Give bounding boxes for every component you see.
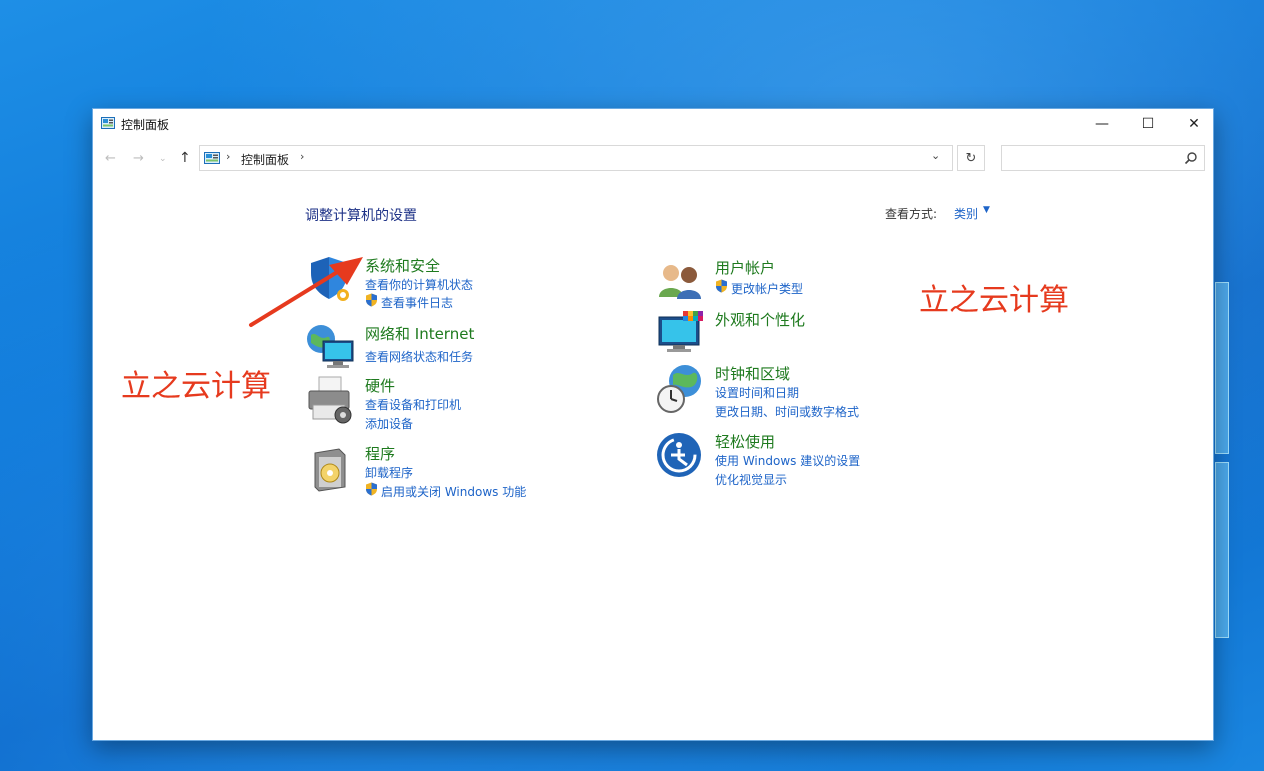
control-panel-icon (101, 117, 115, 129)
back-arrow-icon[interactable]: ← (105, 151, 116, 166)
uac-shield-icon (366, 482, 377, 496)
link-recommended-settings[interactable]: 使用 Windows 建议的设置 (715, 452, 860, 469)
breadcrumb-separator-icon[interactable]: › (226, 150, 230, 163)
category-title[interactable]: 系统和安全 (365, 255, 440, 276)
view-by-dropdown[interactable]: 类别 (954, 205, 978, 222)
background-window-edge (1215, 462, 1229, 638)
address-dropdown-icon[interactable]: ⌄ (931, 149, 940, 162)
search-box[interactable] (1001, 145, 1205, 171)
breadcrumb-control-panel[interactable]: 控制面板 (241, 151, 289, 168)
category-title[interactable]: 程序 (365, 443, 395, 464)
address-bar[interactable]: › 控制面板 › ⌄ (199, 145, 953, 171)
printer-icon[interactable] (305, 375, 357, 427)
clock-globe-icon[interactable] (655, 363, 707, 415)
control-panel-window: 控制面板 — ☐ ✕ ← → ⌄ ↑ › 控制面板 › ⌄ ↻ 调整计算机的设置… (92, 108, 1214, 741)
minimize-button[interactable]: — (1079, 109, 1125, 139)
link-windows-features[interactable]: 启用或关闭 Windows 功能 (381, 483, 526, 500)
search-input[interactable] (1006, 149, 1180, 169)
link-view-network-status[interactable]: 查看网络状态和任务 (365, 348, 473, 365)
link-set-time-date[interactable]: 设置时间和日期 (715, 384, 799, 401)
ease-of-access-icon[interactable] (655, 431, 707, 483)
category-title[interactable]: 硬件 (365, 375, 395, 396)
monitor-palette-icon[interactable] (655, 309, 707, 361)
window-title: 控制面板 (121, 118, 170, 132)
navigation-bar: ← → ⌄ ↑ › 控制面板 › ⌄ ↻ (93, 143, 1213, 175)
link-view-computer-status[interactable]: 查看你的计算机状态 (365, 276, 473, 293)
link-change-date-format[interactable]: 更改日期、时间或数字格式 (715, 403, 859, 420)
category-title[interactable]: 轻松使用 (715, 431, 775, 452)
close-button[interactable]: ✕ (1171, 109, 1217, 139)
watermark-text: 立之云计算 (919, 283, 1069, 318)
category-title[interactable]: 外观和个性化 (715, 309, 805, 330)
maximize-button[interactable]: ☐ (1125, 109, 1171, 139)
control-panel-icon (204, 152, 220, 164)
title-bar[interactable]: 控制面板 — ☐ ✕ (93, 109, 1213, 139)
link-uninstall-program[interactable]: 卸载程序 (365, 464, 413, 481)
breadcrumb-separator-icon[interactable]: › (300, 150, 304, 163)
link-view-event-log[interactable]: 查看事件日志 (381, 294, 453, 311)
background-window-edge (1215, 282, 1229, 454)
users-icon[interactable] (655, 257, 707, 309)
uac-shield-icon (716, 279, 727, 293)
link-add-device[interactable]: 添加设备 (365, 415, 413, 432)
view-by-label: 查看方式: (885, 207, 938, 221)
watermark-text: 立之云计算 (121, 369, 271, 404)
annotation-arrow-icon (249, 257, 363, 327)
category-title[interactable]: 时钟和区域 (715, 363, 790, 384)
recent-locations-chevron-icon[interactable]: ⌄ (159, 154, 167, 164)
up-arrow-icon[interactable]: ↑ (179, 150, 191, 166)
page-heading: 调整计算机的设置 (305, 208, 417, 224)
category-title[interactable]: 用户帐户 (715, 257, 775, 278)
link-view-devices-printers[interactable]: 查看设备和打印机 (365, 396, 461, 413)
search-icon[interactable] (1184, 151, 1198, 165)
programs-disc-icon[interactable] (305, 443, 357, 495)
forward-arrow-icon[interactable]: → (133, 151, 144, 166)
category-title[interactable]: 网络和 Internet (365, 323, 474, 344)
refresh-button[interactable]: ↻ (957, 145, 985, 171)
link-optimize-visual-display[interactable]: 优化视觉显示 (715, 471, 787, 488)
link-change-account-type[interactable]: 更改帐户类型 (731, 280, 803, 297)
view-by-caret-icon[interactable]: ▼ (983, 205, 990, 215)
